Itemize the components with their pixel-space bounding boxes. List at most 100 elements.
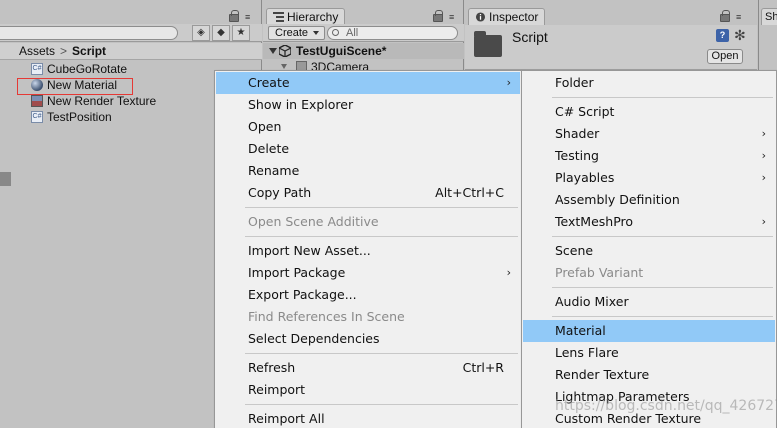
lock-icon[interactable] — [720, 10, 730, 22]
menu-item-refresh[interactable]: Refresh Ctrl+R — [216, 357, 520, 379]
menu-item-show-in-explorer[interactable]: Show in Explorer — [216, 94, 520, 116]
menu-item-import-package[interactable]: Import Package › — [216, 262, 520, 284]
menu-item-label: Render Texture — [555, 367, 650, 382]
menu-item-label: Import New Asset... — [248, 243, 371, 258]
submenu-item-lens-flare[interactable]: Lens Flare — [523, 342, 775, 364]
asset-item[interactable]: C# CubeGoRotate — [0, 61, 214, 77]
gear-icon[interactable]: ✻ — [734, 27, 746, 44]
tab-shader[interactable]: Sh — [761, 8, 777, 25]
unity-scene-icon — [279, 45, 291, 57]
tab-label: Inspector — [489, 10, 539, 24]
menu-separator — [245, 353, 518, 354]
panel-menu-icon[interactable]: ≡ — [449, 12, 461, 22]
asset-item[interactable]: C# TestPosition — [0, 109, 214, 125]
asset-label: TestPosition — [47, 110, 112, 124]
submenu-item-playables[interactable]: Playables › — [523, 167, 775, 189]
submenu-item-csharp-script[interactable]: C# Script — [523, 101, 775, 123]
submenu-item-folder[interactable]: Folder — [523, 72, 775, 94]
menu-item-open-scene-additive: Open Scene Additive — [216, 211, 520, 233]
menu-item-label: Prefab Variant — [555, 265, 644, 280]
search-placeholder: All — [346, 27, 359, 39]
help-icon[interactable]: ? — [716, 29, 729, 42]
menu-item-label: Shader — [555, 126, 600, 141]
submenu-item-shader[interactable]: Shader › — [523, 123, 775, 145]
menu-item-select-dependencies[interactable]: Select Dependencies — [216, 328, 520, 350]
menu-separator — [552, 287, 773, 288]
tab-inspector[interactable]: Inspector — [468, 8, 546, 25]
menu-separator — [552, 236, 773, 237]
project-search-field[interactable] — [0, 26, 178, 40]
tab-hierarchy[interactable]: Hierarchy — [266, 8, 346, 25]
menu-item-label: Open Scene Additive — [248, 214, 379, 229]
foldout-arrow-icon[interactable] — [269, 48, 277, 54]
lock-icon[interactable] — [433, 10, 443, 22]
lock-icon[interactable] — [229, 10, 239, 22]
menu-item-reimport[interactable]: Reimport — [216, 379, 520, 401]
submenu-arrow-icon: › — [506, 266, 511, 279]
hierarchy-search-input[interactable]: All — [327, 26, 458, 40]
menu-item-label: Import Package — [248, 265, 346, 280]
filter-by-type-icon[interactable]: ◈ — [192, 25, 210, 41]
menu-separator — [552, 316, 773, 317]
submenu-item-textmeshpro[interactable]: TextMeshPro › — [523, 211, 775, 233]
menu-item-label: Find References In Scene — [248, 309, 405, 324]
project-toolbar: ◈ ◆ ★ — [0, 24, 262, 42]
submenu-item-material[interactable]: Material — [523, 320, 775, 342]
inspector-header: Script ? ✻ Open — [465, 25, 757, 70]
menu-item-label: Folder — [555, 75, 594, 90]
submenu-item-render-texture[interactable]: Render Texture — [523, 364, 775, 386]
menu-item-export-package[interactable]: Export Package... — [216, 284, 520, 306]
asset-item[interactable]: New Render Texture — [0, 93, 214, 109]
menu-item-delete[interactable]: Delete — [216, 138, 520, 160]
menu-separator — [245, 404, 518, 405]
menu-item-label: Select Dependencies — [248, 331, 380, 346]
menu-item-label: Playables — [555, 170, 615, 185]
create-dropdown-button[interactable]: Create — [268, 26, 326, 40]
folder-icon — [474, 31, 502, 57]
submenu-item-testing[interactable]: Testing › — [523, 145, 775, 167]
info-icon — [475, 12, 486, 22]
submenu-arrow-icon: › — [761, 171, 766, 184]
menu-item-import-new-asset[interactable]: Import New Asset... — [216, 240, 520, 262]
menu-item-shortcut: Alt+Ctrl+C — [435, 185, 504, 200]
menu-item-label: Scene — [555, 243, 594, 258]
breadcrumb-separator-icon: > — [60, 44, 68, 58]
panel-menu-icon[interactable]: ≡ — [245, 12, 257, 22]
render-texture-icon — [31, 95, 43, 107]
csharp-script-icon: C# — [31, 111, 43, 123]
menu-item-reimport-all[interactable]: Reimport All — [216, 408, 520, 428]
scene-name: TestUguiScene* — [296, 44, 387, 58]
foldout-arrow-icon[interactable] — [281, 64, 287, 69]
submenu-item-assembly-definition[interactable]: Assembly Definition — [523, 189, 775, 211]
menu-item-open[interactable]: Open — [216, 116, 520, 138]
menu-item-label: Rename — [248, 163, 300, 178]
scrollbar-handle[interactable] — [0, 172, 11, 186]
menu-item-label: Reimport — [248, 382, 306, 397]
submenu-item-scene[interactable]: Scene — [523, 240, 775, 262]
submenu-item-audio-mixer[interactable]: Audio Mixer — [523, 291, 775, 313]
scene-row[interactable]: TestUguiScene* — [263, 43, 464, 59]
favorite-star-icon[interactable]: ★ — [232, 25, 250, 41]
open-button[interactable]: Open — [707, 49, 743, 64]
asset-label: New Render Texture — [47, 94, 157, 108]
inspector-title: Script — [512, 29, 548, 45]
new-material-highlight — [17, 78, 133, 95]
menu-item-label: Reimport All — [248, 411, 325, 426]
filter-by-label-icon[interactable]: ◆ — [212, 25, 230, 41]
menu-item-create[interactable]: Create › — [216, 72, 520, 94]
submenu-arrow-icon: › — [761, 149, 766, 162]
csharp-script-icon: C# — [31, 63, 43, 75]
submenu-item-prefab-variant: Prefab Variant — [523, 262, 775, 284]
search-icon — [332, 29, 339, 36]
hierarchy-list-icon — [273, 12, 284, 22]
breadcrumb-assets[interactable]: Assets — [19, 44, 55, 58]
menu-separator — [245, 207, 518, 208]
menu-item-rename[interactable]: Rename — [216, 160, 520, 182]
breadcrumb-script[interactable]: Script — [72, 44, 106, 58]
menu-item-copy-path[interactable]: Copy Path Alt+Ctrl+C — [216, 182, 520, 204]
menu-item-shortcut: Ctrl+R — [462, 360, 504, 375]
menu-separator — [552, 97, 773, 98]
menu-item-label: Create — [248, 75, 290, 90]
menu-item-label: Refresh — [248, 360, 296, 375]
panel-menu-icon[interactable]: ≡ — [736, 12, 748, 22]
